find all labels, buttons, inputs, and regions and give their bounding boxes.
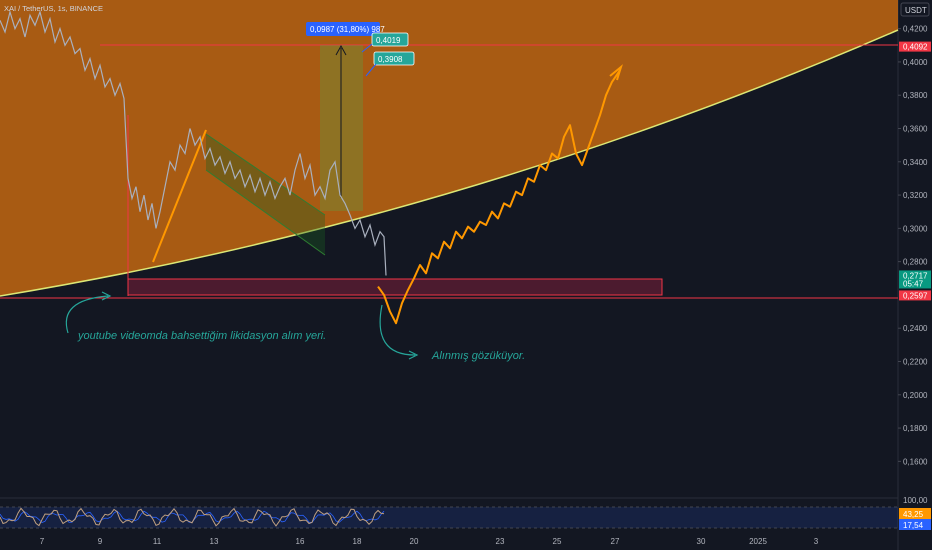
- price-tick-label: 0,3000: [903, 224, 928, 233]
- rsi-tick-100: 100,00: [903, 496, 928, 505]
- price-tick-label: 0,2400: [903, 324, 928, 333]
- price-tick-label: 0,4000: [903, 58, 928, 67]
- time-tick-label: 3: [814, 537, 819, 546]
- time-tick-label: 23: [496, 537, 505, 546]
- price-tick-label: 0,3400: [903, 158, 928, 167]
- price-tick-label: 0,3800: [903, 91, 928, 100]
- tag-top: 0,4019: [376, 36, 401, 45]
- time-tick-label: 20: [410, 537, 419, 546]
- price-tick-label: 0,3600: [903, 124, 928, 133]
- rsi-signal: 17,54: [903, 521, 924, 530]
- time-tick-label: 18: [353, 537, 362, 546]
- price-tick-label: 0,2200: [903, 357, 928, 366]
- price-tick-label: 0,4200: [903, 25, 928, 34]
- chart-root: youtube videomda bahsettiğim likidasyon …: [0, 0, 932, 550]
- time-tick-label: 25: [553, 537, 562, 546]
- price-tick-label: 0,2800: [903, 258, 928, 267]
- time-tick-label: 7: [40, 537, 45, 546]
- price-chart[interactable]: youtube videomda bahsettiğim likidasyon …: [0, 0, 932, 550]
- time-tick-label: 27: [611, 537, 620, 546]
- price-tick-label: 0,1800: [903, 424, 928, 433]
- rsi-band: [0, 507, 898, 528]
- liquidity-note: youtube videomda bahsettiğim likidasyon …: [77, 330, 326, 342]
- price-tick-label: 0,2000: [903, 391, 928, 400]
- price-tag-label: 0,4092: [903, 43, 928, 52]
- currency-badge: USDT: [905, 6, 927, 15]
- time-tick-label: 9: [98, 537, 103, 546]
- price-tick-label: 0,1600: [903, 457, 928, 466]
- tag-mid: 0,3908: [378, 55, 403, 64]
- price-tag-countdown: 05:47: [903, 279, 924, 288]
- price-tag-label: 0,2597: [903, 291, 928, 300]
- time-axis: 7 9 11 13 16 18 20 23 25 27 30 2025 3: [40, 537, 819, 546]
- liquidity-box[interactable]: [127, 278, 663, 296]
- taken-note: Alınmış gözüküyor.: [431, 350, 525, 362]
- time-tick-label: 30: [697, 537, 706, 546]
- time-tick-label: 16: [296, 537, 305, 546]
- rsi-value: 43,25: [903, 510, 924, 519]
- time-tick-label: 13: [210, 537, 219, 546]
- price-tick-label: 0,3200: [903, 191, 928, 200]
- symbol-header: XAI / TetherUS, 1s, BINANCE: [4, 4, 103, 13]
- time-tick-label: 2025: [749, 537, 767, 546]
- time-tick-label: 11: [153, 537, 162, 546]
